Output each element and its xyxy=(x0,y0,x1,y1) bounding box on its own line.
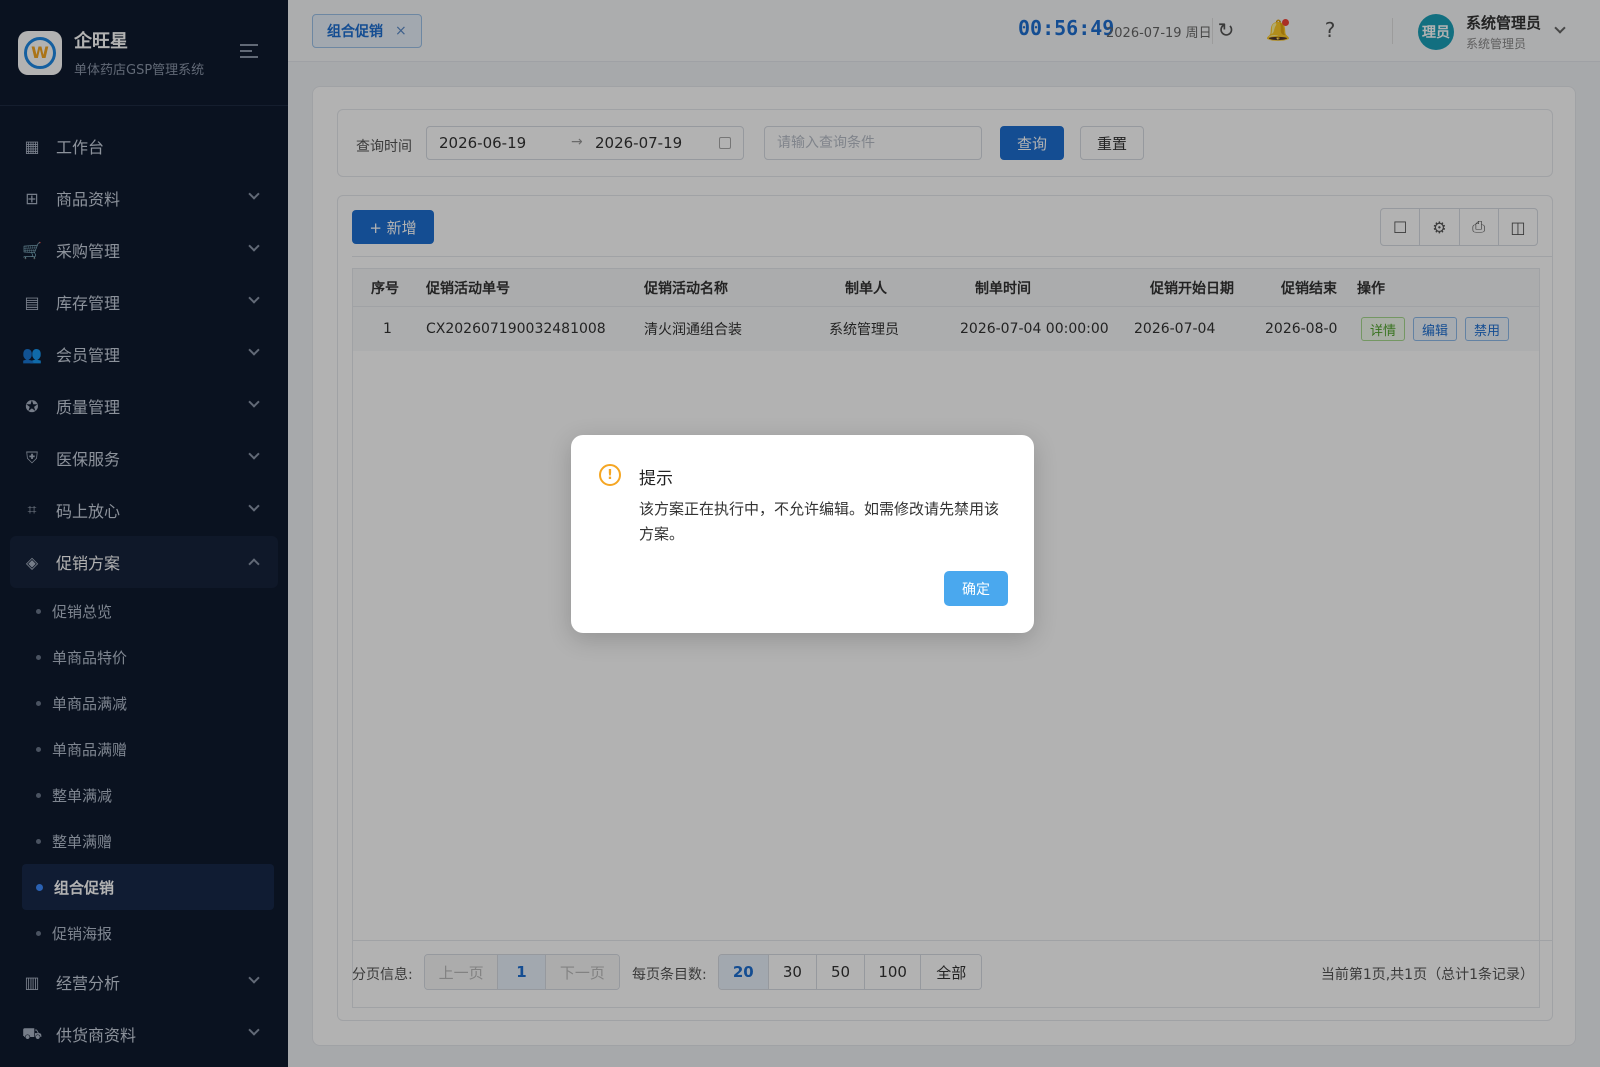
dialog-message: 该方案正在执行中，不允许编辑。如需修改请先禁用该方案。 xyxy=(639,500,1000,543)
warning-icon: ! xyxy=(599,464,621,486)
alert-dialog: ! 提示 该方案正在执行中，不允许编辑。如需修改请先禁用该方案。 确定 xyxy=(571,435,1034,633)
confirm-button[interactable]: 确定 xyxy=(944,571,1008,606)
dialog-title: 提示 xyxy=(639,469,673,489)
